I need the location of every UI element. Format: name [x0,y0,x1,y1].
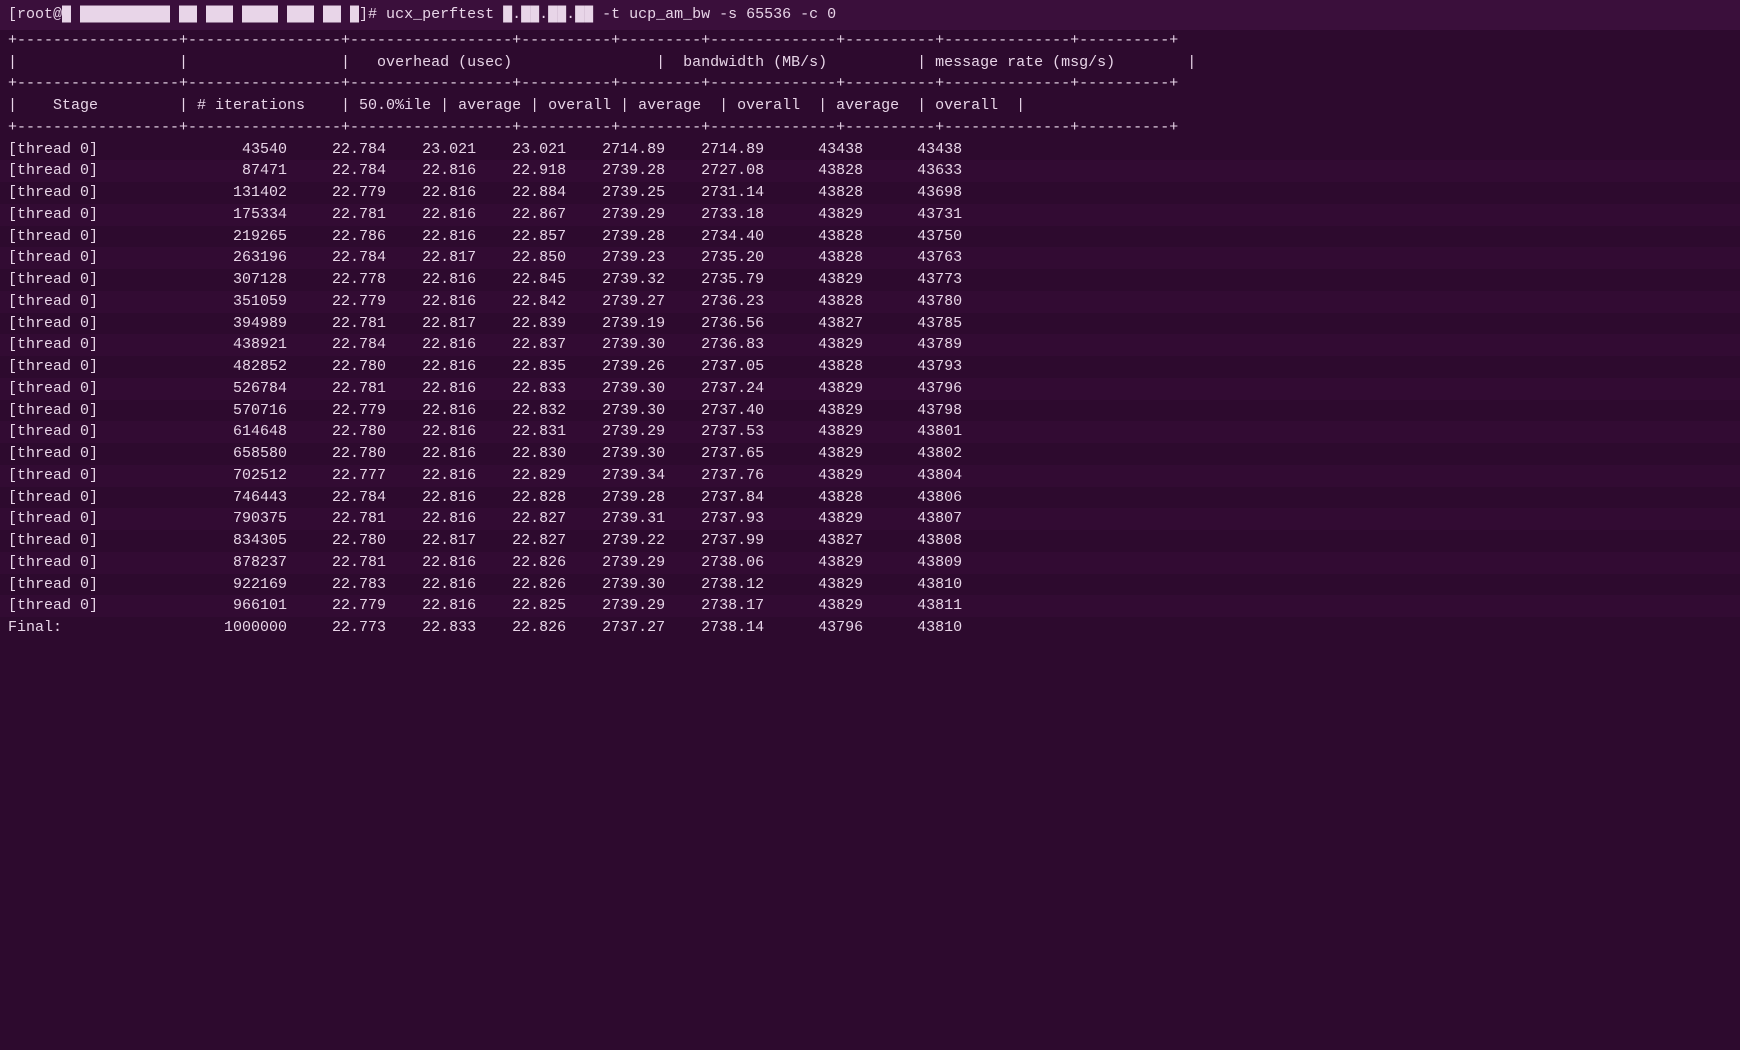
table-row: [thread 0] 966101 22.779 22.816 22.825 2… [0,595,1740,617]
table-row: [thread 0] 263196 22.784 22.817 22.850 2… [0,247,1740,269]
table-row: [thread 0] 746443 22.784 22.816 22.828 2… [0,487,1740,509]
table-row: [thread 0] 702512 22.777 22.816 22.829 2… [0,465,1740,487]
separator-mid2: +------------------+-----------------+--… [0,117,1740,139]
terminal: [root@█ ██████████ ██ ███ ████ ███ ██ █]… [0,0,1740,1050]
separator-top: +------------------+-----------------+--… [0,30,1740,52]
table-row: [thread 0] 658580 22.780 22.816 22.830 2… [0,443,1740,465]
table-row: [thread 0] 307128 22.778 22.816 22.845 2… [0,269,1740,291]
table-row: [thread 0] 131402 22.779 22.816 22.884 2… [0,182,1740,204]
table-row: [thread 0] 175334 22.781 22.816 22.867 2… [0,204,1740,226]
table-row: [thread 0] 87471 22.784 22.816 22.918 27… [0,160,1740,182]
table-row: [thread 0] 43540 22.784 23.021 23.021 27… [0,139,1740,161]
table-row: [thread 0] 219265 22.786 22.816 22.857 2… [0,226,1740,248]
separator-mid1: +------------------+-----------------+--… [0,73,1740,95]
table-row: [thread 0] 570716 22.779 22.816 22.832 2… [0,400,1740,422]
final-row: Final: 1000000 22.773 22.833 22.826 2737… [0,617,1740,639]
table-row: [thread 0] 526784 22.781 22.816 22.833 2… [0,378,1740,400]
table-row: [thread 0] 834305 22.780 22.817 22.827 2… [0,530,1740,552]
command-line: [root@█ ██████████ ██ ███ ████ ███ ██ █]… [0,0,1740,30]
table-row: [thread 0] 790375 22.781 22.816 22.827 2… [0,508,1740,530]
table-row: [thread 0] 351059 22.779 22.816 22.842 2… [0,291,1740,313]
table-row: [thread 0] 482852 22.780 22.816 22.835 2… [0,356,1740,378]
table-row: [thread 0] 614648 22.780 22.816 22.831 2… [0,421,1740,443]
data-rows-container: [thread 0] 43540 22.784 23.021 23.021 27… [0,139,1740,618]
table-row: [thread 0] 438921 22.784 22.816 22.837 2… [0,334,1740,356]
table-row: [thread 0] 394989 22.781 22.817 22.839 2… [0,313,1740,335]
table-row: [thread 0] 922169 22.783 22.816 22.826 2… [0,574,1740,596]
header-columns: | Stage | # iterations | 50.0%ile | aver… [0,95,1740,117]
header-group-labels: | | | overhead (usec) | bandwidth (MB/s)… [0,52,1740,74]
table-row: [thread 0] 878237 22.781 22.816 22.826 2… [0,552,1740,574]
